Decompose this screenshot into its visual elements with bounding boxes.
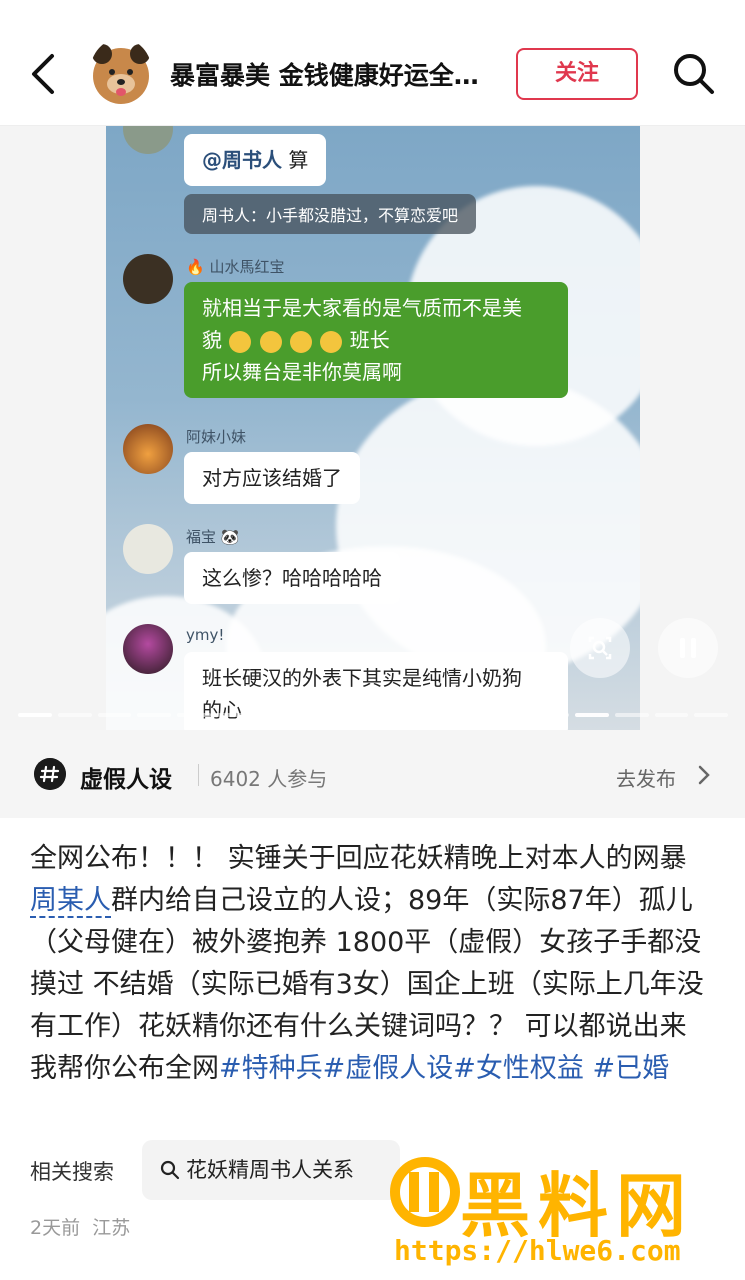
slide-progress — [18, 713, 729, 719]
progress-segment — [376, 713, 410, 717]
chat-bubble: 就相当于是大家看的是气质而不是美 貌 班长 所以舞台是非你莫属啊 — [184, 282, 568, 398]
progress-segment — [455, 713, 490, 717]
chat-avatar — [123, 524, 173, 574]
watermark-url: https://hlwe6.com — [394, 1234, 681, 1267]
sender-name: 福宝 🐼 — [186, 526, 239, 547]
sender-name: 阿妹小妹 — [186, 428, 247, 446]
chat-avatar — [123, 424, 173, 474]
bubble-text: 算 — [282, 148, 309, 172]
chat-avatar — [123, 254, 173, 304]
chat-avatar — [123, 624, 173, 674]
related-search-chip[interactable]: 花妖精周书人关系 — [142, 1140, 400, 1200]
divider — [198, 764, 199, 786]
progress-segment — [256, 713, 291, 717]
chat-screenshot: @周书人 算 周书人：小手都没腊过，不算恋爱吧 🔥 山水馬红宝 就相当于是大家看… — [106, 126, 640, 730]
post-time: 2天前 — [30, 1217, 81, 1239]
progress-segment — [694, 713, 729, 717]
pause-icon — [680, 638, 696, 658]
sender-name: ymy! — [186, 626, 225, 644]
media-viewer[interactable]: @周书人 算 周书人：小手都没腊过，不算恋爱吧 🔥 山水馬红宝 就相当于是大家看… — [0, 126, 745, 730]
post-body: 全网公布！！！ 实锤关于回应花妖精晚上对本人的网暴 周某人群内给自己设立的人设；… — [30, 838, 720, 1090]
search-icon[interactable] — [672, 52, 716, 96]
progress-segment — [614, 713, 649, 717]
magnifier-icon — [160, 1160, 180, 1180]
progress-segment — [296, 713, 331, 717]
sender-name-text: 山水馬红宝 — [209, 258, 285, 276]
hashtag-link[interactable]: #女性权益 — [453, 1053, 584, 1084]
pause-button[interactable] — [658, 618, 718, 678]
progress-segment — [216, 713, 251, 717]
progress-segment — [574, 713, 609, 717]
go-publish-link[interactable]: 去发布 — [616, 763, 676, 792]
follow-button[interactable]: 关注 — [516, 48, 638, 100]
author-avatar[interactable] — [90, 38, 152, 106]
quoted-reply: 周书人：小手都没腊过，不算恋爱吧 — [184, 194, 477, 234]
hashtag-icon — [34, 758, 66, 790]
progress-segment — [415, 713, 450, 717]
fire-icon: 🔥 — [186, 258, 205, 276]
page-title[interactable]: 暴富暴美 金钱健康好运全… — [170, 56, 505, 92]
smile-emoji-icon — [229, 330, 252, 353]
bubble-text: 貌 — [202, 328, 222, 352]
progress-segment — [654, 713, 689, 717]
panda-icon: 🐼 — [220, 528, 240, 546]
related-search-text: 花妖精周书人关系 — [186, 1158, 354, 1182]
progress-segment — [495, 713, 530, 717]
progress-segment — [535, 713, 569, 717]
chat-avatar — [123, 126, 173, 154]
angry-emoji-icon — [320, 330, 343, 353]
progress-segment — [18, 713, 52, 717]
post-location: 江苏 — [92, 1217, 131, 1239]
bubble-text: 班长 — [349, 328, 390, 352]
scan-button[interactable] — [570, 618, 630, 678]
chat-bubble: @周书人 算 — [184, 134, 327, 186]
progress-segment — [336, 713, 371, 717]
bubble-line: 所以舞台是非你莫属啊 — [202, 360, 402, 384]
progress-segment — [57, 713, 92, 717]
chat-bubble: 对方应该结婚了 — [184, 452, 360, 504]
hashtag-link[interactable]: #虚假人设 — [323, 1053, 454, 1084]
back-arrow-icon[interactable] — [24, 50, 64, 98]
post-detail-page: 暴富暴美 金钱健康好运全… 关注 @周书人 算 周书人：小手都没腊过，不算恋爱吧… — [0, 0, 745, 1280]
progress-segment — [177, 713, 211, 717]
user-mention-link[interactable]: 周某人 — [30, 885, 111, 918]
sender-name: 🔥 山水馬红宝 — [186, 256, 284, 277]
progress-segment — [137, 713, 172, 717]
top-bar: 暴富暴美 金钱健康好运全… 关注 — [0, 0, 745, 126]
angry-emoji-icon — [290, 330, 313, 353]
progress-segment — [97, 713, 132, 717]
topic-bar[interactable]: 虚假人设 6402 人参与 去发布 — [0, 730, 745, 818]
post-text: 全网公布！！！ 实锤关于回应花妖精晚上对本人的网暴 — [30, 843, 687, 874]
bubble-line: 就相当于是大家看的是气质而不是美 — [202, 296, 522, 320]
chat-bubble: 这么惨？哈哈哈哈哈 — [184, 552, 400, 604]
bubble-line: 貌 班长 — [202, 324, 550, 356]
bubble-line: 的心 — [202, 698, 242, 722]
topic-name: 虚假人设 — [80, 767, 172, 793]
related-search-label: 相关搜索 — [30, 1160, 114, 1184]
bubble-line: 班长硬汉的外表下其实是纯情小奶狗 — [202, 666, 522, 690]
hashtag-link[interactable]: #已婚 — [592, 1053, 669, 1084]
post-meta: 2天前 江苏 — [30, 1213, 130, 1240]
sender-name-text: 福宝 — [186, 528, 217, 546]
scan-icon — [588, 636, 612, 660]
angry-emoji-icon — [259, 330, 282, 353]
topic-participants: 6402 人参与 — [210, 767, 328, 791]
mention-text: @周书人 — [202, 148, 282, 172]
hashtag-link[interactable]: #特种兵 — [219, 1053, 323, 1084]
chevron-right-icon — [698, 765, 710, 785]
